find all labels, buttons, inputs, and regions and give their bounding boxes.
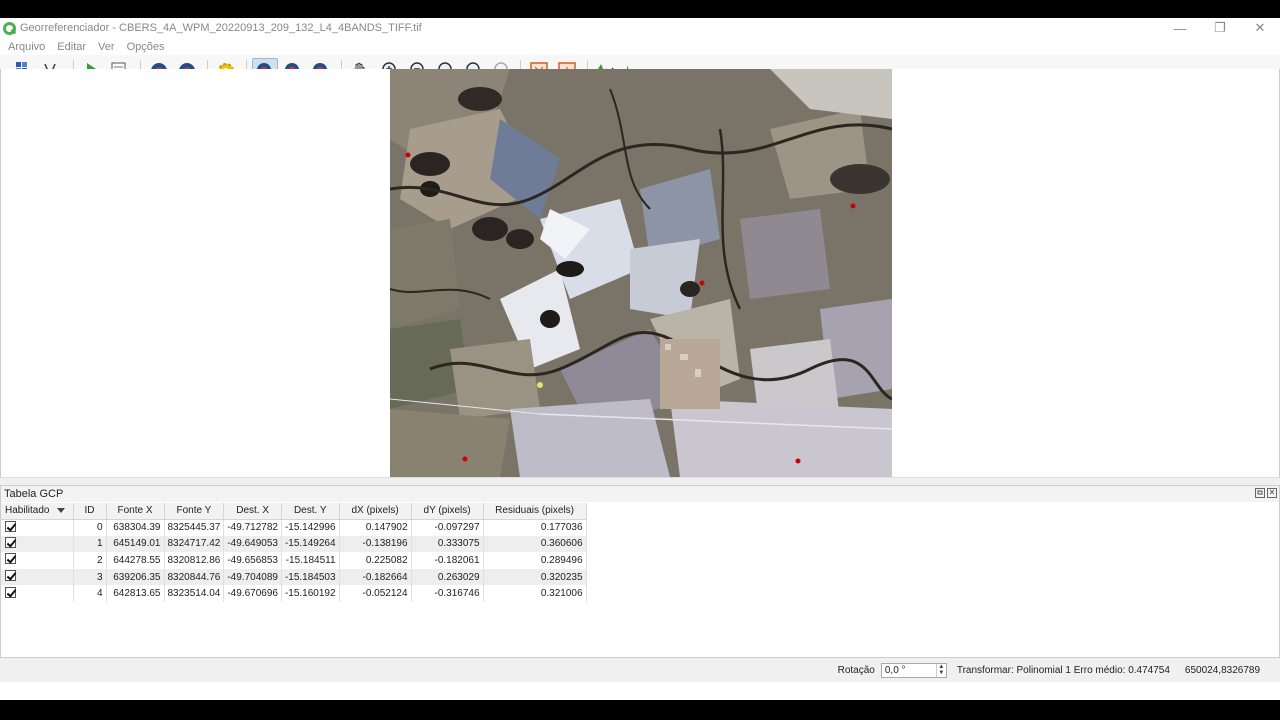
- residual-cell: 0.321006: [483, 585, 587, 602]
- col-id[interactable]: ID: [73, 503, 107, 520]
- restore-button[interactable]: ❐: [1200, 18, 1240, 38]
- table-header-row: Habilitado ID Fonte X Fonte Y Dest. X De…: [1, 503, 587, 520]
- spinbox-arrows-icon[interactable]: ▲ ▼: [935, 663, 946, 677]
- rotation-value[interactable]: 0,0 °: [885, 665, 906, 676]
- dst-x-cell[interactable]: -49.649053: [223, 535, 282, 553]
- table-row[interactable]: 2 644278.55 8320812.86 -49.656853 -15.18…: [1, 552, 587, 569]
- dst-y-cell[interactable]: -15.142996: [281, 519, 340, 536]
- dy-cell: -0.097297: [411, 519, 484, 536]
- col-residuals[interactable]: Residuais (pixels): [483, 503, 587, 520]
- gcp-table: Habilitado ID Fonte X Fonte Y Dest. X De…: [1, 503, 587, 602]
- dy-cell: 0.333075: [411, 535, 484, 553]
- float-panel-icon[interactable]: ⧉: [1255, 488, 1265, 498]
- col-dest-x[interactable]: Dest. X: [223, 503, 282, 520]
- window-controls: — ❐ ✕: [1160, 18, 1280, 38]
- col-dy[interactable]: dY (pixels): [411, 503, 484, 520]
- close-button[interactable]: ✕: [1240, 18, 1280, 38]
- enabled-cell[interactable]: [1, 552, 74, 569]
- dy-cell: -0.182061: [411, 552, 484, 569]
- menu-editar[interactable]: Editar: [57, 41, 86, 53]
- screen-top-bar: [0, 0, 1280, 18]
- col-fonte-x[interactable]: Fonte X: [106, 503, 165, 520]
- col-habilitado[interactable]: Habilitado: [1, 503, 74, 520]
- dst-x-cell[interactable]: -49.656853: [223, 552, 282, 569]
- dst-y-cell[interactable]: -15.184511: [281, 552, 340, 569]
- col-fonte-y[interactable]: Fonte Y: [164, 503, 225, 520]
- rotation-spinbox[interactable]: 0,0 ° ▲ ▼: [880, 662, 947, 678]
- dst-x-cell[interactable]: -49.712782: [223, 519, 282, 536]
- src-x-cell[interactable]: 644278.55: [106, 552, 165, 569]
- panel-splitter[interactable]: [0, 477, 1280, 485]
- dy-cell: -0.316746: [411, 585, 484, 602]
- id-cell: 4: [73, 585, 107, 602]
- dx-cell: 0.225082: [339, 552, 412, 569]
- table-row[interactable]: 0 638304.39 8325445.37 -49.712782 -15.14…: [1, 519, 587, 536]
- residual-cell: 0.177036: [483, 519, 587, 536]
- enabled-cell[interactable]: [1, 568, 74, 586]
- qgis-logo-icon: [3, 21, 16, 35]
- enabled-checkbox[interactable]: [5, 520, 16, 532]
- dy-cell: 0.263029: [411, 568, 484, 586]
- dx-cell: -0.052124: [339, 585, 412, 602]
- panel-buttons: ⧉ ✕: [1255, 488, 1277, 498]
- dx-cell: -0.182664: [339, 568, 412, 586]
- col-dest-y[interactable]: Dest. Y: [281, 503, 340, 520]
- id-cell: 0: [73, 519, 107, 536]
- minimize-button[interactable]: —: [1160, 18, 1200, 38]
- residual-cell: 0.289496: [483, 552, 587, 569]
- gcp-table-panel: Tabela GCP ⧉ ✕ Habilitado ID Fonte X Fon…: [0, 485, 1280, 658]
- dst-y-cell[interactable]: -15.160192: [281, 585, 340, 602]
- enabled-cell[interactable]: [1, 535, 74, 553]
- src-x-cell[interactable]: 642813.65: [106, 585, 165, 602]
- src-x-cell[interactable]: 645149.01: [106, 535, 165, 553]
- rotation-label: Rotação: [837, 664, 875, 676]
- enabled-checkbox[interactable]: [5, 553, 16, 565]
- src-y-cell[interactable]: 8323514.04: [164, 585, 225, 602]
- col-dx[interactable]: dX (pixels): [339, 503, 412, 520]
- src-y-cell[interactable]: 8325445.37: [164, 519, 225, 536]
- table-row[interactable]: 4 642813.65 8323514.04 -49.670696 -15.16…: [1, 585, 587, 602]
- raster-drawing: [390, 69, 892, 477]
- src-x-cell[interactable]: 639206.35: [106, 568, 165, 586]
- src-y-cell[interactable]: 8320812.86: [164, 552, 225, 569]
- gcp-panel-title: Tabela GCP: [1, 486, 1279, 502]
- residual-cell: 0.360606: [483, 535, 587, 553]
- src-y-cell[interactable]: 8324717.42: [164, 535, 225, 553]
- table-row[interactable]: 3 639206.35 8320844.76 -49.704089 -15.18…: [1, 568, 587, 586]
- dx-cell: -0.138196: [339, 535, 412, 553]
- coordinates-readout: 650024,8326789: [1184, 664, 1260, 676]
- menu-arquivo[interactable]: Arquivo: [8, 41, 45, 53]
- dx-cell: 0.147902: [339, 519, 412, 536]
- enabled-cell[interactable]: [1, 519, 74, 536]
- dst-x-cell[interactable]: -49.704089: [223, 568, 282, 586]
- id-cell: 1: [73, 535, 107, 553]
- satellite-raster-image[interactable]: [390, 69, 892, 477]
- title-bar: Georreferenciador - CBERS_4A_WPM_2022091…: [0, 18, 1280, 38]
- src-y-cell[interactable]: 8320844.76: [164, 568, 225, 586]
- window-title: Georreferenciador - CBERS_4A_WPM_2022091…: [20, 22, 422, 34]
- enabled-checkbox[interactable]: [5, 536, 16, 548]
- enabled-cell[interactable]: [1, 585, 74, 602]
- enabled-checkbox[interactable]: [5, 570, 16, 582]
- screen-bottom-bar: [0, 700, 1280, 720]
- close-panel-icon[interactable]: ✕: [1267, 488, 1277, 498]
- dst-y-cell[interactable]: -15.149264: [281, 535, 340, 553]
- transform-status: Transformar: Polinomial 1 Erro médio: 0.…: [956, 664, 1170, 676]
- residual-cell: 0.320235: [483, 568, 587, 586]
- menu-ver[interactable]: Ver: [98, 41, 115, 53]
- menu-bar: Arquivo Editar Ver Opções: [0, 38, 1280, 55]
- status-bar: Rotação 0,0 ° ▲ ▼ Transformar: Polinomial…: [0, 658, 1280, 682]
- table-row[interactable]: 1 645149.01 8324717.42 -49.649053 -15.14…: [1, 535, 587, 553]
- dst-x-cell[interactable]: -49.670696: [223, 585, 282, 602]
- sort-arrow-icon: [57, 508, 66, 514]
- menu-opcoes[interactable]: Opções: [127, 41, 165, 53]
- id-cell: 3: [73, 568, 107, 586]
- id-cell: 2: [73, 552, 107, 569]
- src-x-cell[interactable]: 638304.39: [106, 519, 165, 536]
- enabled-checkbox[interactable]: [5, 586, 16, 598]
- map-canvas[interactable]: [0, 69, 1280, 477]
- dst-y-cell[interactable]: -15.184503: [281, 568, 340, 586]
